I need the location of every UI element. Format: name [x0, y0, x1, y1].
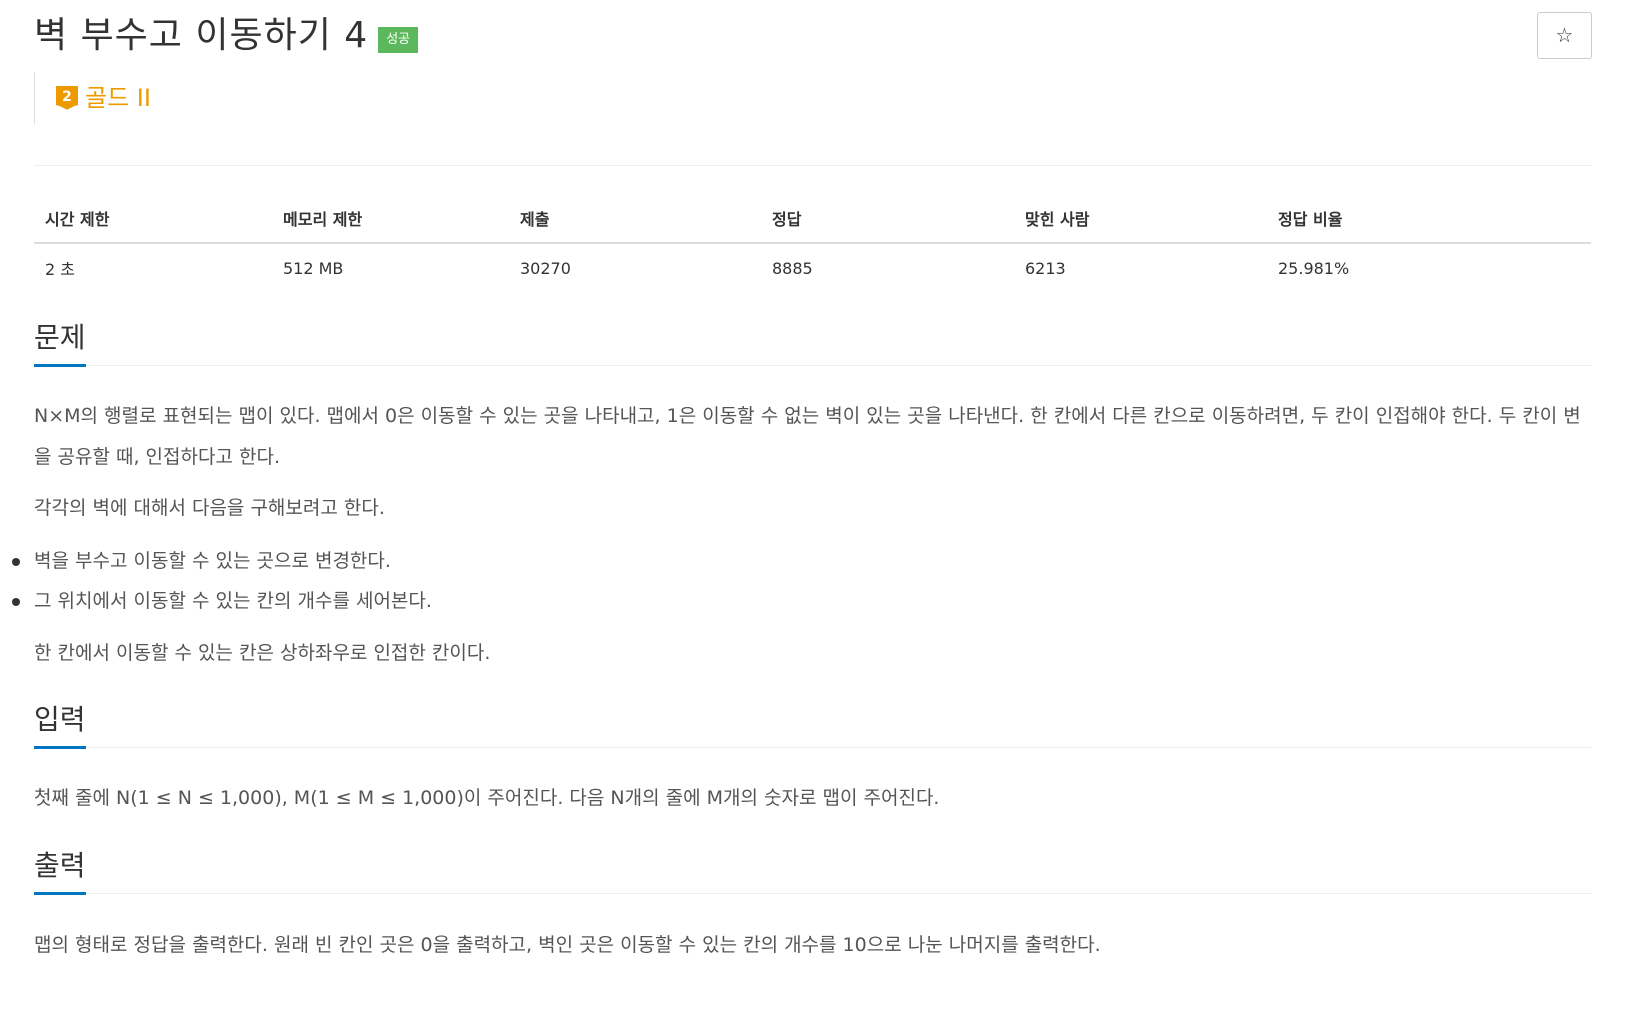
input-heading: 입력 [34, 702, 86, 749]
input-description: 첫째 줄에 N(1 ≤ N ≤ 1,000), M(1 ≤ M ≤ 1,000)… [34, 787, 940, 809]
header-accept-ratio: 정답 비율 [1267, 198, 1591, 244]
list-item: 그 위치에서 이동할 수 있는 칸의 개수를 세어본다. [12, 581, 1591, 621]
star-icon: ☆ [1555, 25, 1574, 47]
output-section: 출력 맵의 형태로 정답을 출력한다. 원래 빈 칸인 곳은 0을 출력하고, … [34, 846, 1591, 966]
problem-page: 벽 부수고 이동하기 4 성공 ☆ 2 골드 II 시간 제한 메모리 제한 제… [0, 0, 1625, 1017]
description-paragraph: 한 칸에서 이동할 수 있는 칸은 상하좌우로 인접한 칸이다. [34, 642, 491, 664]
header-solved-users: 맞힌 사람 [1014, 198, 1267, 244]
tier-info: 2 골드 II [34, 72, 151, 124]
value-accepted[interactable]: 8885 [761, 243, 1014, 292]
result-badge: 성공 [378, 27, 419, 53]
header-memory-limit: 메모리 제한 [272, 198, 509, 244]
title-row: 벽 부수고 이동하기 4 성공 [34, 12, 419, 60]
info-header-row: 시간 제한 메모리 제한 제출 정답 맞힌 사람 정답 비율 [34, 198, 1591, 244]
value-accept-ratio: 25.981% [1278, 258, 1350, 278]
input-header: 입력 [34, 700, 1591, 749]
description-paragraph: N×M의 행렬로 표현되는 맵이 있다. 맵에서 0은 이동할 수 있는 곳을 … [34, 405, 1581, 468]
description-section: 문제 N×M의 행렬로 표현되는 맵이 있다. 맵에서 0은 이동할 수 있는 … [12, 318, 1591, 674]
description-body: N×M의 행렬로 표현되는 맵이 있다. 맵에서 0은 이동할 수 있는 곳을 … [12, 396, 1591, 674]
problem-info-table: 시간 제한 메모리 제한 제출 정답 맞힌 사람 정답 비율 2 초 512 M… [34, 198, 1591, 292]
output-heading: 출력 [34, 848, 86, 895]
header-accepted: 정답 [761, 198, 1014, 244]
value-solved-users[interactable]: 6213 [1014, 243, 1267, 292]
header-divider [34, 165, 1591, 166]
description-heading: 문제 [34, 320, 86, 367]
description-header: 문제 [34, 318, 1591, 367]
description-paragraph: 각각의 벽에 대해서 다음을 구해보려고 한다. [34, 497, 385, 519]
value-memory-limit: 512 MB [283, 258, 344, 278]
header-time-limit: 시간 제한 [34, 198, 272, 244]
output-header: 출력 [34, 846, 1591, 895]
header-submissions: 제출 [509, 198, 761, 244]
problem-title: 벽 부수고 이동하기 4 [34, 15, 369, 56]
description-list: 벽을 부수고 이동할 수 있는 곳으로 변경한다. 그 위치에서 이동할 수 있… [12, 541, 1591, 621]
svg-text:2: 2 [62, 89, 72, 105]
favorite-button[interactable]: ☆ [1537, 12, 1592, 59]
value-time-limit: 2 초 [45, 260, 75, 279]
value-submissions[interactable]: 30270 [509, 243, 761, 292]
gold-tier-icon: 2 [56, 85, 78, 111]
list-item: 벽을 부수고 이동할 수 있는 곳으로 변경한다. [12, 541, 1591, 581]
input-section: 입력 첫째 줄에 N(1 ≤ N ≤ 1,000), M(1 ≤ M ≤ 1,0… [34, 700, 1591, 819]
output-description: 맵의 형태로 정답을 출력한다. 원래 빈 칸인 곳은 0을 출력하고, 벽인 … [34, 934, 1101, 956]
tier-label[interactable]: 골드 II [85, 85, 151, 111]
info-value-row: 2 초 512 MB 30270 8885 6213 25.981% [34, 243, 1591, 292]
